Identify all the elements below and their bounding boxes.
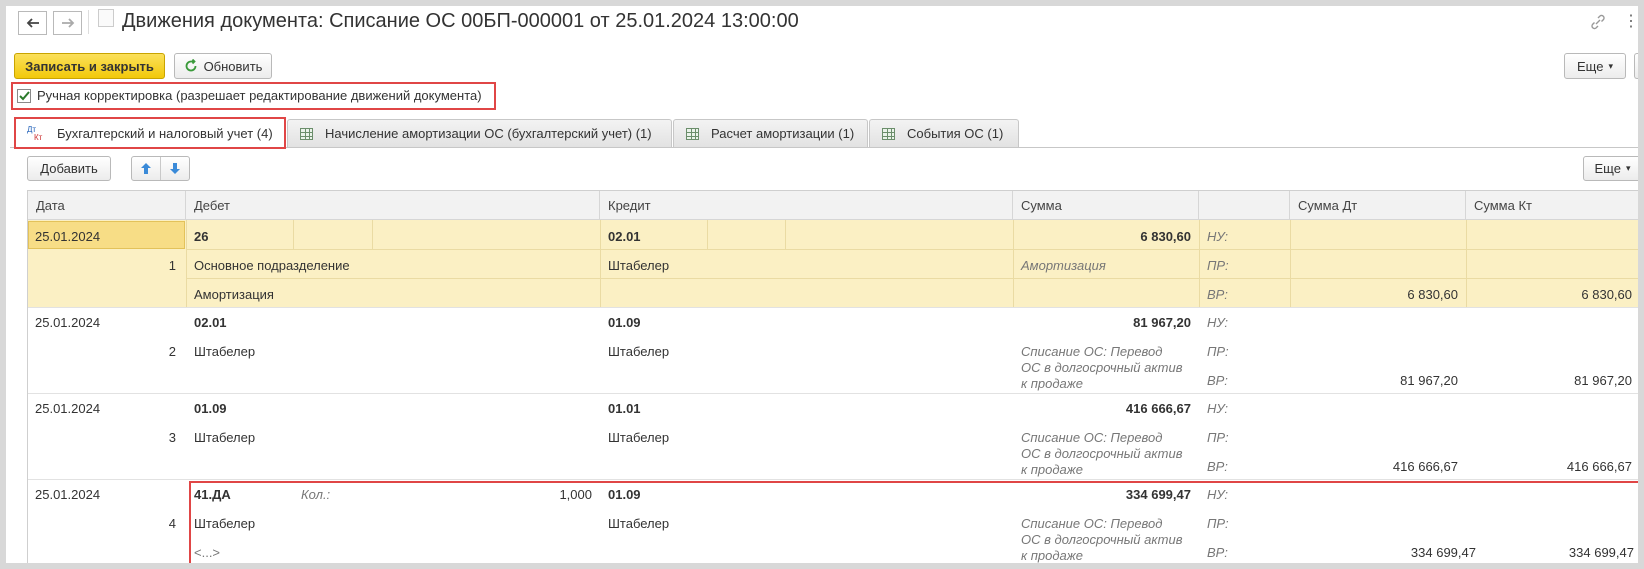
window-frame: [0, 0, 1644, 569]
